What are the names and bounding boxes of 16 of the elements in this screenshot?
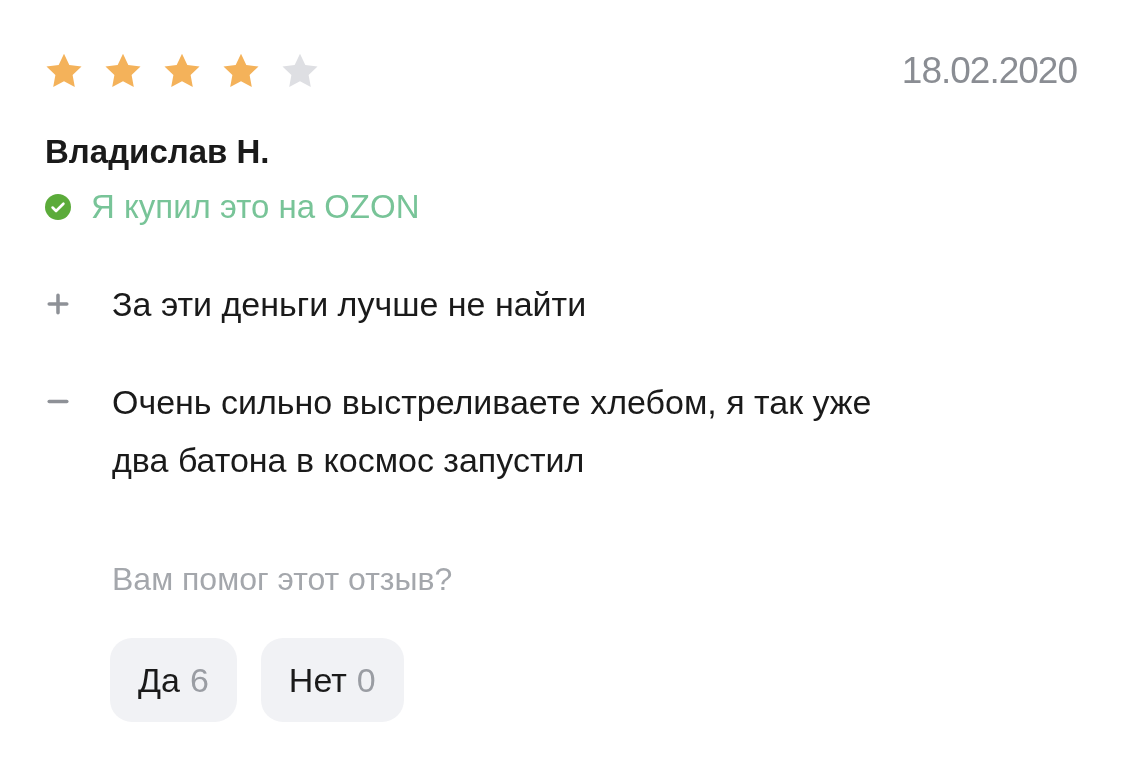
star-icon	[222, 52, 260, 89]
verified-purchase-label: Я купил это на OZON	[91, 190, 420, 223]
minus-icon	[47, 399, 69, 404]
star-icon	[104, 52, 142, 89]
star-icon	[163, 52, 201, 89]
plus-icon	[47, 292, 69, 315]
star-icon	[45, 52, 83, 89]
review-date: 18.02.2020	[901, 52, 1077, 89]
helpful-question: Вам помог этот отзыв?	[112, 563, 453, 595]
check-circle-icon	[45, 193, 71, 220]
review-text: За эти деньги лучше не найти	[112, 284, 587, 325]
review-text: Очень сильно выстреливаете хлебом, я так уже два батона в космос запустил	[112, 382, 873, 481]
author-name: Владислав Н.	[45, 135, 270, 168]
vote-button[interactable]: Да 6	[110, 638, 237, 722]
vote-button[interactable]: Нет 0	[260, 638, 404, 722]
star-icon	[281, 52, 319, 89]
